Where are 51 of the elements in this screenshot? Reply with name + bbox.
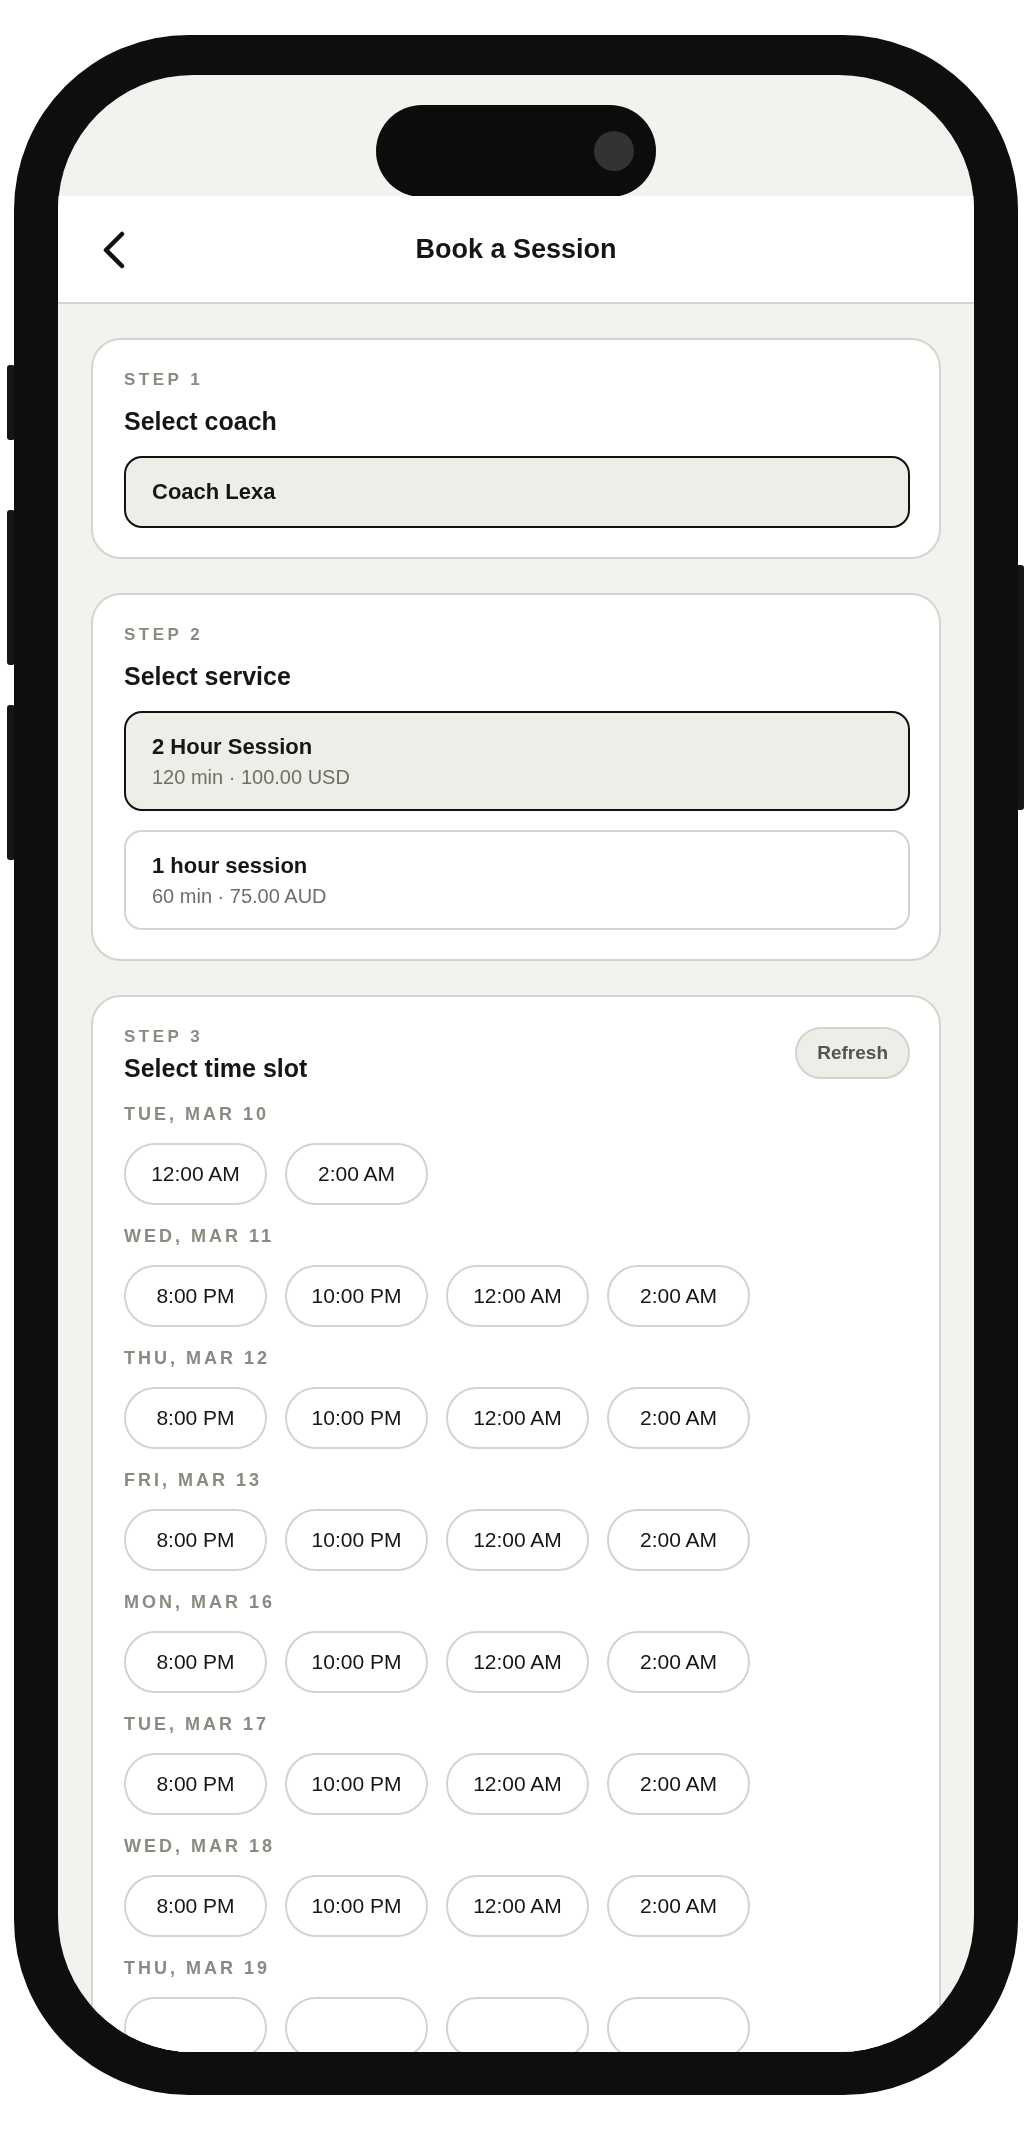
day-label: TUE, MAR 10 [124,1103,271,1125]
step-title: Select service [124,661,292,691]
page-title: Book a Session [415,233,617,265]
service-name: 1 hour session [152,852,309,879]
service-name: 2 Hour Session [152,733,314,760]
time-slot-button[interactable]: 10:00 PM [285,1265,428,1327]
time-slot-button[interactable]: 10:00 PM [285,1875,428,1937]
time-slot-button[interactable]: 2:00 AM [607,1631,750,1693]
time-slot-button[interactable]: 12:00 AM [446,1387,589,1449]
time-slot-button[interactable]: 2:00 AM [607,1753,750,1815]
day-label: THU, MAR 19 [124,1957,271,1979]
time-slot-button[interactable]: 12:00 AM [446,1753,589,1815]
time-slot-button[interactable]: 12:00 AM [124,1143,267,1205]
day-label: WED, MAR 11 [124,1225,276,1247]
day-label: THU, MAR 12 [124,1347,271,1369]
time-slot-button[interactable]: 12:00 AM [446,1265,589,1327]
day-label: MON, MAR 16 [124,1591,276,1613]
day-label: WED, MAR 18 [124,1835,276,1857]
refresh-button[interactable]: Refresh [795,1027,910,1079]
time-slot-button[interactable]: 8:00 PM [124,1265,267,1327]
time-slot-button[interactable]: 10:00 PM [285,1509,428,1571]
time-slot-button[interactable]: 2:00 AM [607,1387,750,1449]
time-slot-button[interactable]: 2:00 AM [607,1265,750,1327]
time-slot-button[interactable]: 2:00 AM [607,1509,750,1571]
step-title: Select time slot [124,1053,308,1083]
service-details: 120 min · 100.00 USD [152,765,351,789]
coach-option[interactable]: Coach Lexa [124,456,910,528]
service-details: 60 min · 75.00 AUD [152,884,328,908]
service-option[interactable]: 1 hour session 60 min · 75.00 AUD [124,830,910,930]
time-slot-button[interactable]: 12:00 AM [446,1631,589,1693]
step-title: Select coach [124,406,278,436]
time-slot-button[interactable]: 10:00 PM [285,1753,428,1815]
day-label: FRI, MAR 13 [124,1469,263,1491]
time-slot-button[interactable]: 10:00 PM [285,1387,428,1449]
time-slot-button[interactable]: 8:00 PM [124,1387,267,1449]
time-slot-button[interactable]: 8:00 PM [124,1875,267,1937]
step-label: STEP 2 [124,625,205,645]
time-slot-button[interactable]: 8:00 PM [124,1509,267,1571]
time-slot-button[interactable]: 12:00 AM [446,1875,589,1937]
camera-icon [594,131,634,171]
service-option[interactable]: 2 Hour Session 120 min · 100.00 USD [124,711,910,811]
time-slot-button[interactable]: 8:00 PM [124,1631,267,1693]
time-slot-button[interactable] [124,1997,267,2052]
step-label: STEP 3 [124,1027,205,1047]
time-slot-button[interactable]: 2:00 AM [607,1875,750,1937]
day-label: TUE, MAR 17 [124,1713,271,1735]
time-slot-button[interactable]: 8:00 PM [124,1753,267,1815]
time-slot-button[interactable]: 12:00 AM [446,1509,589,1571]
step-label: STEP 1 [124,370,205,390]
time-slot-button[interactable]: 2:00 AM [285,1143,428,1205]
time-slot-button[interactable]: 10:00 PM [285,1631,428,1693]
